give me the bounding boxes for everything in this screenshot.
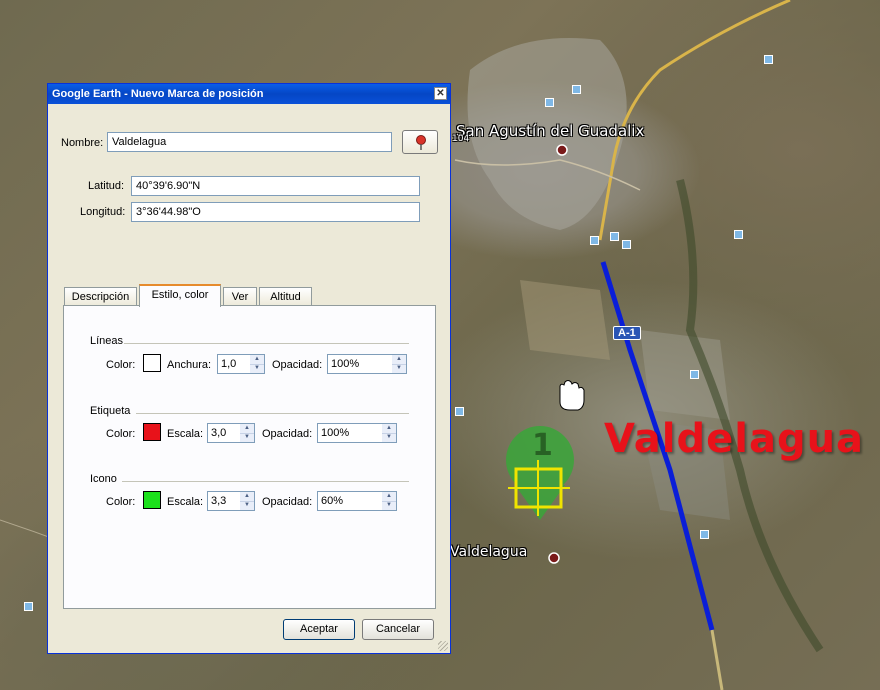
dialog-title: Google Earth - Nuevo Marca de posición bbox=[52, 88, 264, 100]
map-poi-marker[interactable] bbox=[764, 55, 773, 64]
dialog-titlebar[interactable]: Google Earth - Nuevo Marca de posición ✕ bbox=[48, 84, 450, 104]
ok-button[interactable]: Aceptar bbox=[283, 619, 355, 640]
label-color-swatch[interactable] bbox=[143, 423, 161, 441]
map-poi-marker[interactable] bbox=[590, 236, 599, 245]
lines-opacity-value: 100% bbox=[331, 358, 360, 370]
road-shield: A-1 bbox=[613, 326, 641, 340]
spin-down-icon[interactable]: ▼ bbox=[250, 364, 264, 373]
icon-opacity-label: Opacidad: bbox=[262, 496, 313, 508]
spin-down-icon[interactable]: ▼ bbox=[382, 433, 396, 442]
style-color-panel: Líneas Color: Anchura: 1,0 ▲ ▼ Opacidad: … bbox=[63, 305, 436, 609]
lines-opacity-label: Opacidad: bbox=[272, 359, 323, 371]
lines-section-title: Líneas bbox=[90, 335, 124, 347]
lines-opacity-spinner[interactable]: 100% ▲ ▼ bbox=[327, 354, 407, 374]
road-number-label: 104 bbox=[452, 134, 470, 144]
spinner-arrows[interactable]: ▲ ▼ bbox=[240, 424, 254, 442]
map-poi-marker[interactable] bbox=[700, 530, 709, 539]
town-label[interactable]: San Agustín del Guadalix bbox=[456, 122, 644, 140]
village-label[interactable]: Valdelagua bbox=[450, 544, 527, 560]
section-divider bbox=[122, 481, 409, 482]
spinner-arrows[interactable]: ▲ ▼ bbox=[382, 492, 396, 510]
icon-section-title: Icono bbox=[90, 473, 117, 485]
icon-scale-value: 3,3 bbox=[211, 495, 227, 507]
label-opacity-label: Opacidad: bbox=[262, 428, 313, 440]
pushpin-icon bbox=[416, 135, 426, 150]
lines-color-swatch[interactable] bbox=[143, 354, 161, 372]
label-opacity-spinner[interactable]: 100% ▲ ▼ bbox=[317, 423, 397, 443]
label-scale-label: Escala: bbox=[167, 428, 204, 440]
lines-width-value: 1,0 bbox=[221, 358, 237, 370]
lines-width-spinner[interactable]: 1,0 ▲ ▼ bbox=[217, 354, 265, 374]
tab-descripcion[interactable]: Descripción bbox=[64, 287, 137, 306]
tab-ver[interactable]: Ver bbox=[223, 287, 257, 306]
section-divider bbox=[124, 343, 409, 344]
map-poi-marker[interactable] bbox=[545, 98, 554, 107]
label-scale-spinner[interactable]: 3,0 ▲ ▼ bbox=[207, 423, 255, 443]
spinner-arrows[interactable]: ▲ ▼ bbox=[240, 492, 254, 510]
label-section-title: Etiqueta bbox=[90, 405, 131, 417]
latitude-input[interactable]: 40°39'6.90"N bbox=[131, 176, 420, 196]
spin-down-icon[interactable]: ▼ bbox=[392, 364, 406, 373]
map-poi-marker[interactable] bbox=[610, 232, 619, 241]
map-poi-marker[interactable] bbox=[572, 85, 581, 94]
icon-color-swatch[interactable] bbox=[143, 491, 161, 509]
latitude-label: Latitud: bbox=[88, 180, 125, 192]
spinner-arrows[interactable]: ▲ ▼ bbox=[250, 355, 264, 373]
tab-estilo-color[interactable]: Estilo, color bbox=[139, 284, 221, 307]
lines-color-label: Color: bbox=[106, 359, 136, 371]
label-color-label: Color: bbox=[106, 428, 136, 440]
label-scale-value: 3,0 bbox=[211, 427, 227, 439]
icon-opacity-value: 60% bbox=[321, 495, 344, 507]
tab-altitud[interactable]: Altitud bbox=[259, 287, 312, 306]
svg-text:1: 1 bbox=[532, 428, 553, 463]
icon-scale-label: Escala: bbox=[167, 496, 204, 508]
placemark-icon-button[interactable] bbox=[402, 130, 438, 154]
section-divider bbox=[136, 413, 409, 414]
hand-cursor-icon bbox=[559, 380, 585, 411]
label-opacity-value: 100% bbox=[321, 427, 350, 439]
map-poi-marker[interactable] bbox=[622, 240, 631, 249]
name-label: Nombre: bbox=[61, 137, 104, 149]
close-button[interactable]: ✕ bbox=[434, 87, 447, 100]
lines-width-label: Anchura: bbox=[167, 359, 212, 371]
map-poi-marker[interactable] bbox=[24, 602, 33, 611]
spinner-arrows[interactable]: ▲ ▼ bbox=[382, 424, 396, 442]
icon-color-label: Color: bbox=[106, 496, 136, 508]
icon-opacity-spinner[interactable]: 60% ▲ ▼ bbox=[317, 491, 397, 511]
icon-scale-spinner[interactable]: 3,3 ▲ ▼ bbox=[207, 491, 255, 511]
spin-down-icon[interactable]: ▼ bbox=[240, 501, 254, 510]
spin-down-icon[interactable]: ▼ bbox=[240, 433, 254, 442]
map-poi-marker[interactable] bbox=[690, 370, 699, 379]
name-input[interactable]: Valdelagua bbox=[107, 132, 392, 152]
cancel-button[interactable]: Cancelar bbox=[362, 619, 434, 640]
longitude-input[interactable]: 3°36'44.98"O bbox=[131, 202, 420, 222]
new-placemark-dialog: Google Earth - Nuevo Marca de posición ✕… bbox=[47, 83, 451, 654]
placemark-big-label[interactable]: Valdelagua bbox=[604, 416, 864, 462]
resize-grip-icon[interactable] bbox=[438, 641, 448, 651]
map-poi-marker[interactable] bbox=[455, 407, 464, 416]
longitude-label: Longitud: bbox=[80, 206, 126, 218]
spin-down-icon[interactable]: ▼ bbox=[382, 501, 396, 510]
spinner-arrows[interactable]: ▲ ▼ bbox=[392, 355, 406, 373]
map-poi-marker[interactable] bbox=[734, 230, 743, 239]
